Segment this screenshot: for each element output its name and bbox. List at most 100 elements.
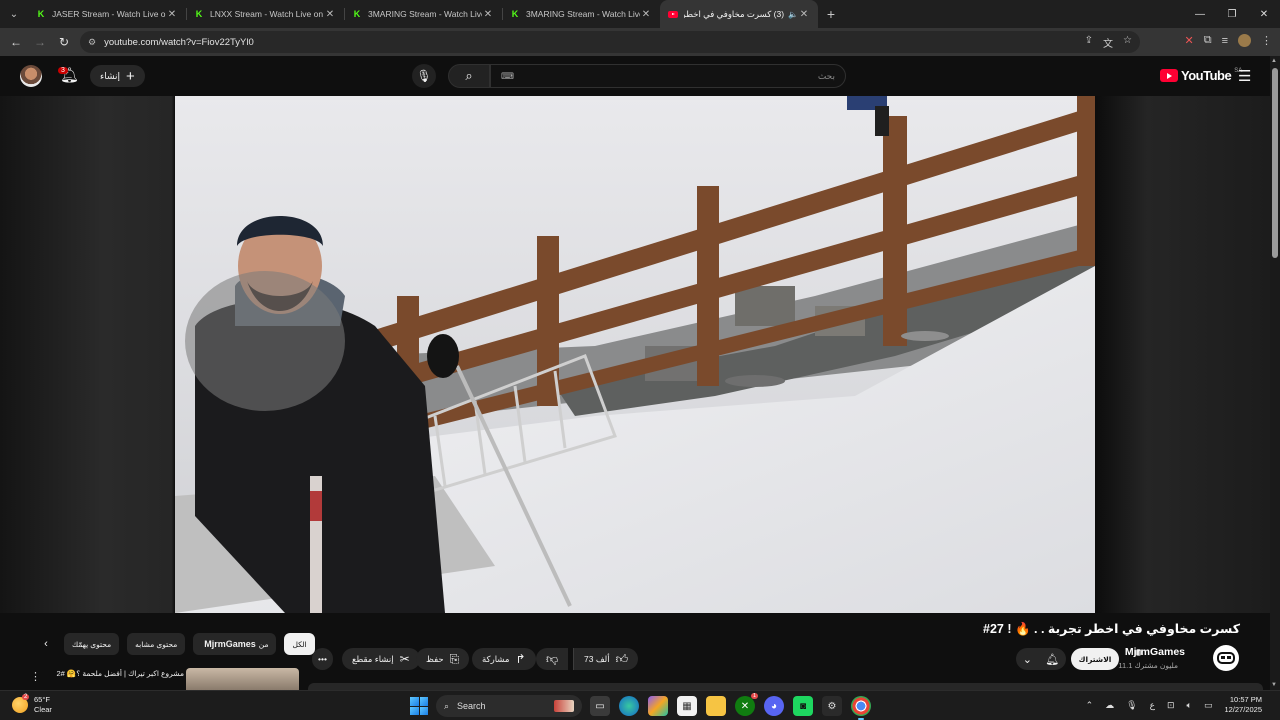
network-icon[interactable]: ⊡: [1167, 700, 1175, 711]
task-view-icon[interactable]: ▭: [590, 696, 610, 716]
onedrive-cloud-icon[interactable]: ☁: [1105, 700, 1114, 711]
recommended-title: مشروع اكبر تيراك | أفضل ملحمة ؟🤗 #2: [56, 669, 184, 678]
share-button[interactable]: مشاركة ↱: [472, 648, 536, 670]
video-player[interactable]: [175, 96, 1095, 613]
copilot-icon[interactable]: [648, 696, 668, 716]
tab-close-icon[interactable]: ✕: [640, 9, 652, 20]
like-button[interactable]: 73 ألف 👍︎: [573, 648, 639, 670]
xbox-icon[interactable]: ✕ 1: [735, 693, 758, 716]
file-explorer-icon[interactable]: [706, 696, 726, 716]
share-arrow-icon: ↱: [515, 652, 526, 666]
browser-tab[interactable]: K LNXX Stream - Watch Live on K ✕: [186, 0, 344, 28]
weather-temp: 65°F: [34, 695, 50, 704]
edge-icon[interactable]: [619, 696, 639, 716]
more-icon: •••: [318, 654, 327, 664]
browser-tab[interactable]: K 3MARING Stream - Watch Live ✕: [344, 0, 502, 28]
window-controls: — ❐ ✕: [1184, 9, 1280, 20]
taskbar-search[interactable]: ⌕ Search: [436, 695, 582, 717]
thumbs-up-icon: 👍︎: [615, 651, 629, 666]
video-title: كسرت مخاوفي في اخطر تجربة . . 🔥 ! 27#: [983, 622, 1240, 636]
create-button[interactable]: إنشاء +: [90, 65, 145, 87]
save-button[interactable]: حفظ ⎘: [416, 648, 470, 670]
browser-tab-strip: ⌄ K JASER Stream - Watch Live on K ✕ K L…: [0, 0, 1280, 28]
scroll-up-icon[interactable]: ▲: [1271, 58, 1277, 64]
profile-avatar[interactable]: [1238, 34, 1251, 47]
tab-search-icon[interactable]: ≡: [1222, 35, 1228, 47]
install-app-icon[interactable]: ⇪: [1085, 35, 1093, 50]
bookmark-star-icon[interactable]: ☆: [1123, 35, 1132, 50]
chrome-icon[interactable]: [851, 696, 871, 720]
dislike-button[interactable]: 👎︎: [536, 648, 569, 670]
channel-logo-icon: [1217, 652, 1235, 664]
extension-icon[interactable]: ✕: [1185, 34, 1194, 47]
more-actions-button[interactable]: •••: [312, 648, 333, 670]
recommended-thumbnail[interactable]: [186, 668, 299, 690]
search-button[interactable]: ⌕: [448, 64, 490, 88]
site-info-icon[interactable]: ⚙: [88, 37, 96, 48]
youtube-play-icon: [1160, 69, 1178, 82]
back-icon[interactable]: ←: [4, 35, 28, 49]
taskbar-apps: ▭ ▦ ✕ 1 ◕ ◙ ⚙: [590, 693, 871, 720]
reload-icon[interactable]: ↻: [52, 35, 76, 49]
system-tray: ⌃ ☁ 🎙︎ ع ⊡ 🔈︎ ▭ 10:57 PM 12/27/2025: [1086, 695, 1262, 715]
clip-label: إنشاء مقطع: [352, 653, 394, 664]
tab-close-icon[interactable]: ✕: [166, 9, 178, 20]
channel-avatar[interactable]: [1213, 645, 1239, 671]
weather-widget[interactable]: 2 65°F Clear: [12, 694, 52, 715]
hamburger-menu-icon[interactable]: ☰: [1238, 67, 1251, 85]
search-placeholder: بحث: [817, 70, 835, 81]
maximize-icon[interactable]: ❐: [1216, 9, 1248, 20]
kick-icon: K: [37, 9, 45, 19]
tab-close-icon[interactable]: ✕: [798, 9, 810, 20]
more-vert-icon[interactable]: ⋮: [30, 670, 41, 683]
start-windows-icon[interactable]: [410, 697, 428, 715]
battery-icon[interactable]: ▭: [1204, 700, 1213, 711]
microphone-icon[interactable]: 🎙︎: [1126, 700, 1137, 711]
notification-settings-button[interactable]: ⌄ 🔔︎: [1016, 648, 1066, 670]
address-bar[interactable]: ⚙ youtube.com/watch?v=Fiov22TyYl0 ⇪ 文 ☆: [80, 31, 1140, 53]
browser-tab[interactable]: K JASER Stream - Watch Live on K ✕: [28, 0, 186, 28]
recommended-video[interactable]: ⋮ مشروع اكبر تيراك | أفضل ملحمة ؟🤗 #2: [30, 668, 300, 690]
bookmark-icon: ⎘: [449, 651, 460, 666]
weather-text: 65°F Clear: [34, 695, 52, 715]
tab-title: (3) كسرت مخاوفي في اخطر: [684, 8, 785, 19]
search-input[interactable]: ⌨ بحث: [490, 64, 846, 88]
extensions-puzzle-icon[interactable]: ⧉: [1204, 34, 1212, 47]
tray-overflow-chevron-icon[interactable]: ⌃: [1086, 700, 1094, 711]
browser-tab[interactable]: K 3MARING Stream - Watch Live ✕: [502, 0, 660, 28]
speaker-icon[interactable]: 🔈: [788, 10, 798, 19]
tab-close-icon[interactable]: ✕: [482, 9, 494, 20]
volume-icon[interactable]: 🔈︎: [1187, 700, 1192, 711]
input-language[interactable]: ع: [1150, 700, 1155, 711]
page-scrollbar[interactable]: ▲ ▼: [1270, 56, 1280, 690]
youtube-logo[interactable]: YouTube SA: [1160, 68, 1242, 83]
clip-button[interactable]: إنشاء مقطع ✂: [342, 648, 420, 670]
app-green-icon[interactable]: ◙: [793, 696, 813, 716]
scroll-thumb[interactable]: [1272, 68, 1278, 258]
weather-sun-icon: 2: [12, 694, 30, 713]
tab-close-icon[interactable]: ✕: [324, 9, 336, 20]
like-count: 73 ألف: [584, 653, 610, 664]
search-icon: ⌕: [444, 700, 450, 711]
scroll-down-icon[interactable]: ▼: [1271, 682, 1277, 688]
minimize-icon[interactable]: —: [1184, 9, 1216, 20]
search-highlight-image: [554, 700, 574, 712]
close-window-icon[interactable]: ✕: [1248, 9, 1280, 20]
browser-tab-active[interactable]: (3) كسرت مخاوفي في اخطر 🔈 ✕: [660, 0, 818, 28]
settings-gear-icon[interactable]: ⚙: [822, 696, 842, 716]
voice-search-mic-icon[interactable]: 🎙︎: [412, 64, 436, 88]
subscribe-button[interactable]: الاشتراك: [1071, 648, 1119, 670]
translate-icon[interactable]: 文: [1103, 35, 1113, 50]
store-icon[interactable]: ▦: [677, 696, 697, 716]
forward-icon[interactable]: →: [28, 35, 52, 49]
clock[interactable]: 10:57 PM 12/27/2025: [1224, 695, 1262, 715]
tab-search-chevron-icon[interactable]: ⌄: [0, 0, 28, 28]
clock-date: 12/27/2025: [1224, 705, 1262, 714]
account-avatar[interactable]: [20, 65, 42, 87]
keyboard-icon[interactable]: ⌨: [501, 71, 514, 82]
channel-name[interactable]: MjrmGames: [1125, 646, 1185, 658]
chrome-menu-icon[interactable]: ⋮: [1261, 34, 1272, 47]
new-tab-button[interactable]: +: [818, 6, 844, 22]
taskbar-search-label: Search: [457, 701, 486, 711]
discord-icon[interactable]: ◕: [764, 696, 784, 716]
